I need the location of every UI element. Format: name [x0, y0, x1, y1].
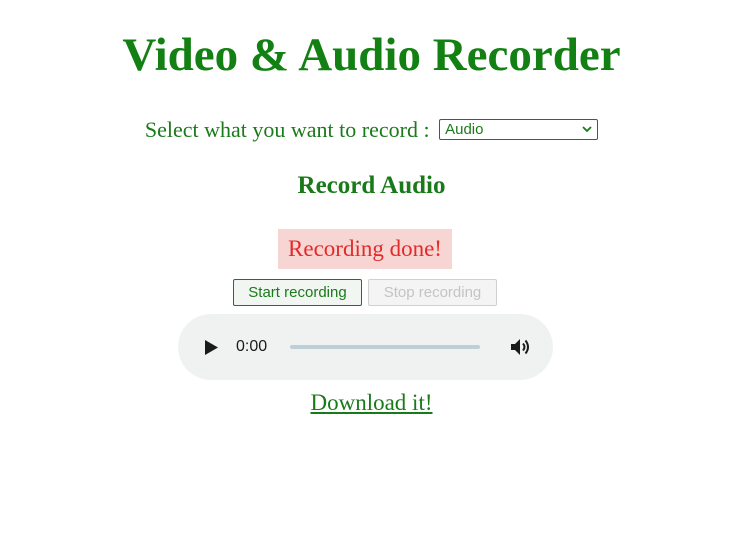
play-icon[interactable]	[204, 340, 218, 355]
chevron-down-icon	[582, 126, 592, 133]
audio-time: 0:00	[236, 338, 268, 355]
audio-player: 0:00	[178, 314, 553, 380]
start-recording-button[interactable]: Start recording	[233, 279, 362, 306]
section-title: Record Audio	[297, 172, 446, 199]
stop-recording-button: Stop recording	[368, 279, 497, 306]
status-message: Recording done!	[278, 229, 452, 269]
page-title: Video & Audio Recorder	[122, 29, 621, 81]
volume-icon[interactable]	[510, 338, 530, 356]
record-type-row: Select what you want to record : Audio	[0, 113, 743, 145]
audio-progress-track[interactable]	[290, 345, 480, 349]
record-type-select[interactable]: Audio	[439, 119, 599, 141]
download-link[interactable]: Download it!	[0, 388, 743, 418]
record-type-selected-value: Audio	[445, 121, 484, 139]
record-type-label: Select what you want to record :	[144, 116, 430, 142]
